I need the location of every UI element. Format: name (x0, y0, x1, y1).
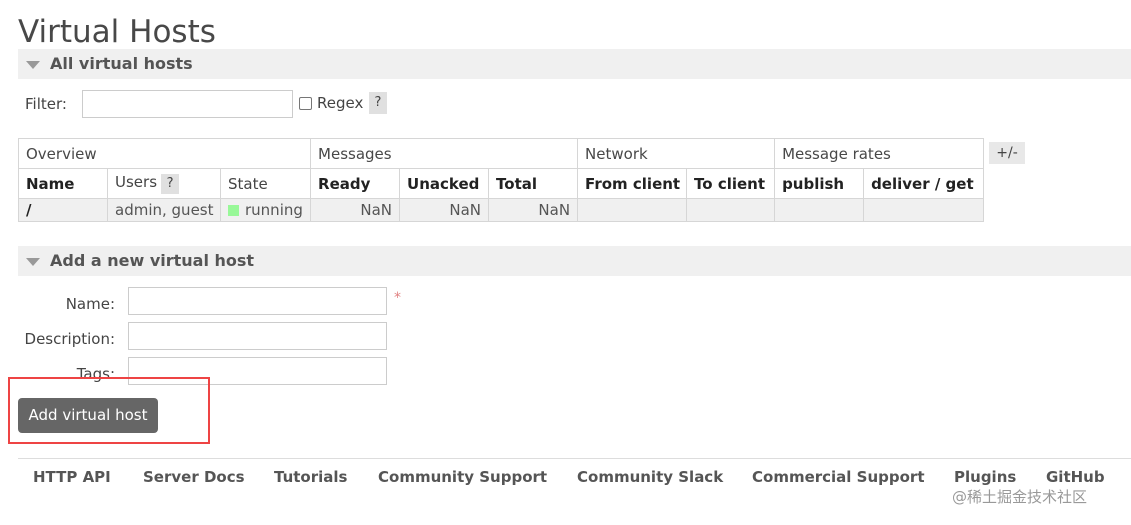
vhost-state-label: running (245, 201, 303, 219)
vhost-state: running (219, 198, 312, 222)
vhost-publish (774, 198, 865, 222)
vhost-total: NaN (488, 198, 579, 222)
col-to-client[interactable]: To client (686, 168, 776, 199)
description-field[interactable] (128, 322, 387, 350)
footer-link-community-slack[interactable]: Community Slack (577, 468, 723, 486)
col-users-label: Users (115, 173, 158, 191)
users-help-button[interactable]: ? (161, 174, 180, 194)
footer-divider (18, 458, 1131, 459)
col-state[interactable]: State (219, 168, 312, 199)
vhost-users: admin, guest (107, 198, 221, 222)
section-title: Add a new virtual host (50, 251, 255, 270)
all-vhosts-section-toggle[interactable]: All virtual hosts (18, 49, 1131, 79)
highlight-box (8, 377, 210, 444)
collapse-triangle-icon (26, 61, 40, 69)
footer-link-commercial-support[interactable]: Commercial Support (752, 468, 925, 486)
footer-link-plugins[interactable]: Plugins (954, 468, 1016, 486)
name-label: Name: (65, 295, 115, 313)
collapse-triangle-icon (26, 258, 40, 266)
vhost-to-client (686, 198, 776, 222)
regex-label: Regex (317, 94, 364, 112)
vhost-unacked: NaN (399, 198, 490, 222)
col-users[interactable]: Users? (107, 168, 221, 199)
section-title: All virtual hosts (50, 54, 193, 73)
filter-input[interactable] (82, 90, 293, 118)
col-total[interactable]: Total (488, 168, 579, 199)
footer-link-http-api[interactable]: HTTP API (33, 468, 111, 486)
col-publish[interactable]: publish (774, 168, 865, 199)
group-message-rates: Message rates (774, 138, 985, 169)
state-indicator-icon (228, 205, 239, 216)
group-network: Network (577, 138, 776, 169)
footer-link-github[interactable]: GitHub (1046, 468, 1105, 486)
footer-link-tutorials[interactable]: Tutorials (274, 468, 347, 486)
footer-link-server-docs[interactable]: Server Docs (143, 468, 245, 486)
vhost-deliver-get (863, 198, 985, 222)
name-field[interactable] (128, 287, 387, 315)
vhosts-table: Overview Messages Network Message rates … (17, 138, 985, 222)
columns-toggle-button[interactable]: +/- (989, 142, 1025, 164)
vhost-from-client (577, 198, 688, 222)
description-label: Description: (24, 330, 115, 348)
footer-link-community-support[interactable]: Community Support (378, 468, 547, 486)
vhost-name-link[interactable]: / (18, 198, 108, 222)
col-deliver-get[interactable]: deliver / get (863, 168, 985, 199)
watermark: @稀土掘金技术社区 (952, 488, 1088, 506)
vhost-ready: NaN (310, 198, 401, 222)
col-unacked[interactable]: Unacked (399, 168, 490, 199)
regex-help-button[interactable]: ? (369, 92, 387, 114)
add-vhost-section-toggle[interactable]: Add a new virtual host (18, 246, 1131, 276)
col-ready[interactable]: Ready (310, 168, 401, 199)
group-overview: Overview (17, 138, 312, 169)
col-name[interactable]: Name (18, 168, 108, 199)
table-row: / admin, guest running NaN NaN NaN (18, 198, 985, 222)
col-from-client[interactable]: From client (577, 168, 688, 199)
filter-label: Filter: (25, 95, 67, 113)
group-messages: Messages (310, 138, 579, 169)
regex-checkbox[interactable] (299, 97, 312, 110)
required-mark: * (394, 290, 401, 306)
page-title: Virtual Hosts (18, 14, 216, 50)
